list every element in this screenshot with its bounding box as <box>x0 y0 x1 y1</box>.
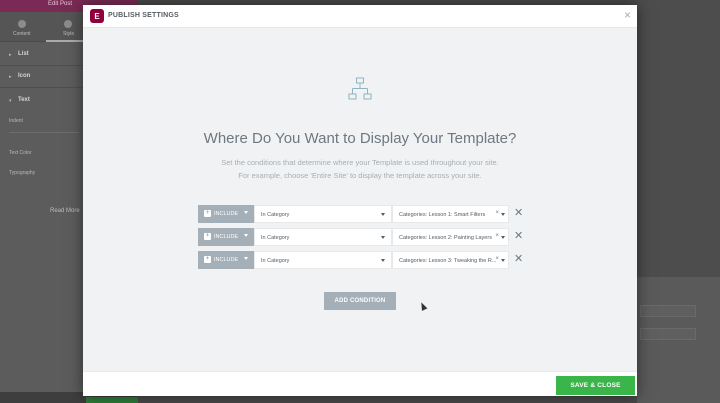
caret-down-icon <box>244 257 248 260</box>
condition-row: + INCLUDE In Category Categories: Lesson… <box>198 251 523 269</box>
caret-down-icon <box>244 211 248 214</box>
caret-down-icon <box>501 236 505 239</box>
modal-title: PUBLISH SETTINGS <box>108 12 179 19</box>
caret-down-icon <box>501 259 505 262</box>
caret-right-icon: ▸ <box>9 52 12 58</box>
field-typography: Typography <box>9 170 36 176</box>
editor-update-button <box>86 397 138 403</box>
canvas-input <box>640 305 696 317</box>
canvas-panel <box>637 277 720 403</box>
elementor-logo-icon: E <box>90 9 104 23</box>
remove-condition-button[interactable]: ✕ <box>514 229 523 243</box>
caret-down-icon <box>381 236 385 239</box>
canvas-input <box>640 328 696 340</box>
caret-right-icon: ▸ <box>9 74 12 80</box>
condition-row: + INCLUDE In Category Categories: Lesson… <box>198 205 523 223</box>
description-line-1: Set the conditions that determine where … <box>221 158 499 167</box>
modal-footer: SAVE & CLOSE <box>83 371 637 396</box>
remove-condition-button[interactable]: ✕ <box>514 206 523 220</box>
add-condition-button[interactable]: ADD CONDITION <box>324 292 396 310</box>
condition-type-select[interactable]: In Category <box>254 205 392 223</box>
save-and-close-button[interactable]: SAVE & CLOSE <box>556 376 635 395</box>
caret-down-icon <box>501 213 505 216</box>
publish-settings-modal: E PUBLISH SETTINGS × Where Do You Want t… <box>83 5 637 396</box>
style-icon <box>64 20 72 28</box>
caret-down-icon <box>381 259 385 262</box>
condition-value-select[interactable]: Categories: Lesson 2: Painting Layers × <box>392 228 509 246</box>
canvas-read-more: Read More <box>50 208 80 214</box>
divider <box>9 132 79 133</box>
include-select[interactable]: + INCLUDE <box>198 205 254 223</box>
field-indent: Indent <box>9 118 23 124</box>
pencil-icon <box>18 20 26 28</box>
condition-row: + INCLUDE In Category Categories: Lesson… <box>198 228 523 246</box>
condition-type-icon: + <box>204 256 211 263</box>
include-select[interactable]: + INCLUDE <box>198 228 254 246</box>
clear-icon[interactable]: × <box>495 256 499 262</box>
condition-type-icon: + <box>204 233 211 240</box>
caret-down-icon <box>381 213 385 216</box>
condition-value-select[interactable]: Categories: Lesson 1: Smart Filters × <box>392 205 509 223</box>
include-select[interactable]: + INCLUDE <box>198 251 254 269</box>
mouse-cursor-icon <box>418 301 428 311</box>
modal-header: E PUBLISH SETTINGS × <box>83 5 637 28</box>
tab-content[interactable]: Content <box>13 31 31 37</box>
condition-type-select[interactable]: In Category <box>254 228 392 246</box>
close-button[interactable]: × <box>624 9 631 21</box>
clear-icon[interactable]: × <box>495 210 499 216</box>
page-heading: Where Do You Want to Display Your Templa… <box>203 130 517 147</box>
sitemap-hierarchy-icon <box>348 77 372 100</box>
field-text-color: Text Color <box>9 150 32 156</box>
condition-type-icon: + <box>204 210 211 217</box>
editor-topbar-title: Edit Post <box>48 1 73 7</box>
caret-down-icon <box>244 234 248 237</box>
tab-style[interactable]: Style <box>63 31 74 37</box>
clear-icon[interactable]: × <box>495 233 499 239</box>
condition-type-select[interactable]: In Category <box>254 251 392 269</box>
caret-down-icon: ▾ <box>9 98 12 104</box>
remove-condition-button[interactable]: ✕ <box>514 252 523 266</box>
description-line-2: For example, choose 'Entire Site' to dis… <box>238 171 482 180</box>
condition-value-select[interactable]: Categories: Lesson 3: Tweaking the R... … <box>392 251 509 269</box>
